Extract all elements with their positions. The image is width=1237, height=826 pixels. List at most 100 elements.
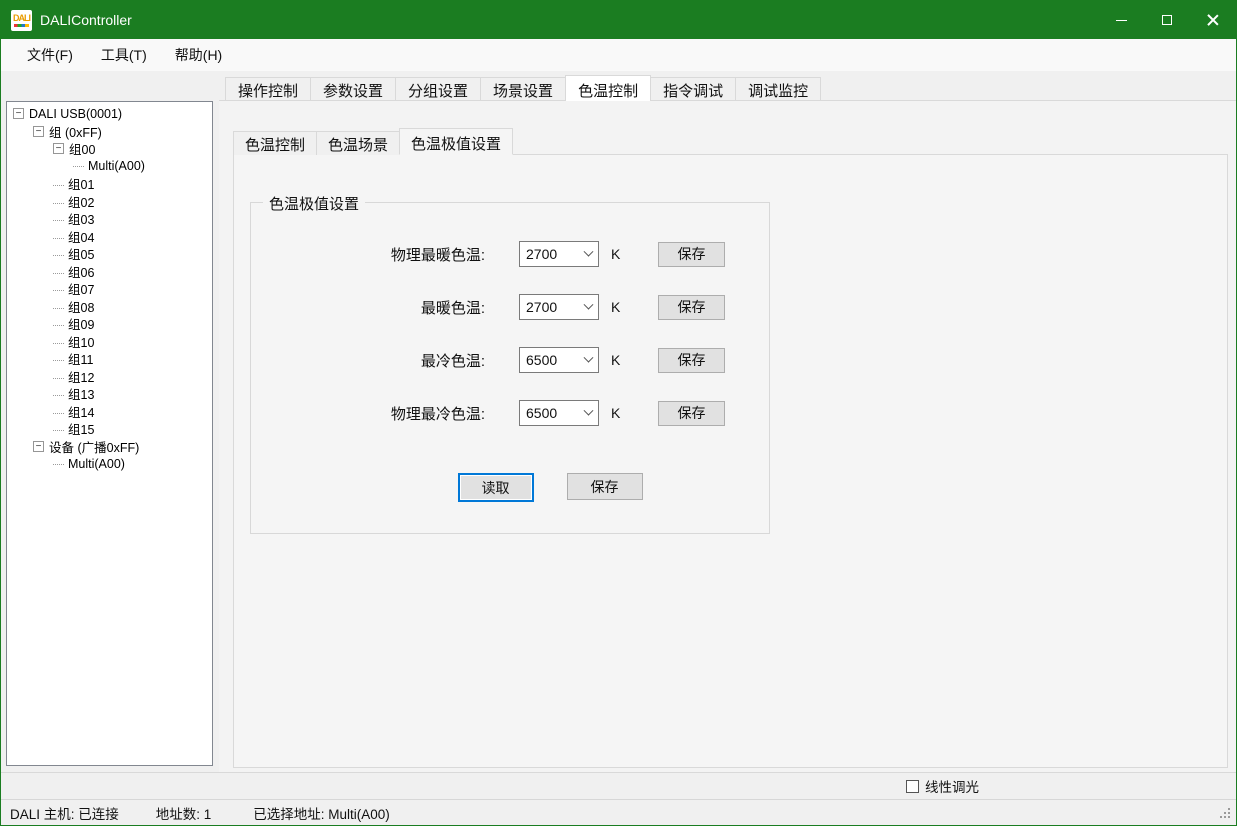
tree-item-label: DALI USB(0001) [29,107,122,121]
main-tab[interactable]: 调试监控 [735,77,821,100]
device-tree[interactable]: DALI USB(0001) 组 (0xFF) 组00 Multi(A00) 组… [6,101,213,766]
ct-limits-sub-page: 色温极值设置 物理最暖色温: 2700 K 保存 最暖色温: 2700 K 保存… [233,154,1228,768]
sub-tab[interactable]: 色温控制 [233,131,317,155]
tree-item-label: 组13 [53,384,94,403]
status-bar: DALI 主机: 已连接 地址数: 1 已选择地址: Multi(A00) [1,799,1236,825]
main-tab[interactable]: 分组设置 [395,77,481,100]
color-temp-combobox[interactable]: 2700 [519,294,599,320]
field-label: 最冷色温: [251,350,485,371]
groupbox-title: 色温极值设置 [263,193,365,214]
tree-item[interactable]: 组 (0xFF) [8,123,212,141]
device-tree-pane: DALI USB(0001) 组 (0xFF) 组00 Multi(A00) 组… [1,71,219,772]
combobox-value: 2700 [526,246,585,262]
main-tab[interactable]: 参数设置 [310,77,396,100]
menu-item[interactable]: 文件(F) [13,40,87,70]
menu-item[interactable]: 帮助(H) [161,40,236,70]
color-temp-combobox[interactable]: 6500 [519,347,599,373]
close-icon [1207,14,1219,26]
main-tab[interactable]: 操作控制 [225,77,311,100]
tree-item-label: 组05 [53,244,94,263]
tree-item[interactable]: 组02 [8,193,212,211]
combobox-value: 2700 [526,299,585,315]
tree-item[interactable]: 组05 [8,245,212,263]
tree-item[interactable]: 组03 [8,210,212,228]
tree-item-label: 组12 [53,367,94,386]
tree-item[interactable]: 组11 [8,350,212,368]
maximize-icon [1162,15,1172,25]
tree-item[interactable]: 组04 [8,228,212,246]
tree-item[interactable]: 组09 [8,315,212,333]
ct-limit-rows: 物理最暖色温: 2700 K 保存 最暖色温: 2700 K 保存 最冷色温: … [251,241,769,426]
color-temp-combobox[interactable]: 6500 [519,400,599,426]
save-all-button[interactable]: 保存 [567,473,643,500]
main-tab[interactable]: 指令调试 [650,77,736,100]
tree-item-label: 组11 [53,349,93,368]
tree-item[interactable]: Multi(A00) [8,158,212,176]
tree-item[interactable]: 组14 [8,403,212,421]
ct-limit-row: 最冷色温: 6500 K 保存 [251,347,769,373]
tree-item-label: 组01 [53,174,94,193]
tree-item[interactable]: Multi(A00) [8,455,212,473]
unit-label: K [611,246,625,262]
tree-item[interactable]: 组12 [8,368,212,386]
unit-label: K [611,405,625,421]
tree-item[interactable]: 组13 [8,385,212,403]
read-button[interactable]: 读取 [458,473,534,502]
linear-dimming-checkbox[interactable] [906,780,919,793]
main-tab-strip: 操作控制参数设置分组设置场景设置色温控制指令调试调试监控 [219,76,1236,101]
save-button[interactable]: 保存 [658,242,725,267]
tree-item[interactable]: 组00 [8,140,212,158]
tree-item-label: Multi(A00) [53,457,125,471]
ct-limits-groupbox: 色温极值设置 物理最暖色温: 2700 K 保存 最暖色温: 2700 K 保存… [250,202,770,534]
collapse-icon[interactable] [33,126,44,137]
sub-tab-strip: 色温控制色温场景色温极值设置 [233,128,1228,155]
color-temp-combobox[interactable]: 2700 [519,241,599,267]
window-title: DALIController [40,12,132,28]
tree-item-label: 组06 [53,262,94,281]
linear-dimming-label: 线性调光 [925,776,979,796]
close-button[interactable] [1190,1,1236,39]
chevron-down-icon [584,299,594,309]
field-label: 物理最冷色温: [251,403,485,424]
tree-item[interactable]: 组08 [8,298,212,316]
status-selected-address: 已选择地址: Multi(A00) [253,803,390,823]
main-tab[interactable]: 场景设置 [480,77,566,100]
status-host: DALI 主机: 已连接 [10,803,119,823]
tree-item[interactable]: 组07 [8,280,212,298]
tree-item[interactable]: 组10 [8,333,212,351]
save-button[interactable]: 保存 [658,401,725,426]
collapse-icon[interactable] [53,143,64,154]
collapse-icon[interactable] [13,108,24,119]
ct-limit-row: 物理最冷色温: 6500 K 保存 [251,400,769,426]
tree-item-label: 组15 [53,419,94,438]
ct-limit-row: 物理最暖色温: 2700 K 保存 [251,241,769,267]
title-bar[interactable]: DALI DALIController [1,1,1236,39]
chevron-down-icon [584,405,594,415]
sub-tab[interactable]: 色温场景 [316,131,400,155]
tree-item-label: 组02 [53,192,94,211]
main-area: DALI USB(0001) 组 (0xFF) 组00 Multi(A00) 组… [1,71,1236,773]
app-logo-colorbar [14,24,29,27]
tree-item[interactable]: 组06 [8,263,212,281]
combobox-value: 6500 [526,352,585,368]
collapse-icon[interactable] [33,441,44,452]
status-address-count: 地址数: 1 [156,803,212,823]
sub-tab[interactable]: 色温极值设置 [399,128,513,155]
save-button[interactable]: 保存 [658,348,725,373]
tree-item-label: 设备 (广播0xFF) [49,437,139,456]
minimize-icon [1116,20,1127,21]
menu-item[interactable]: 工具(T) [87,40,161,70]
resize-grip-icon[interactable] [1218,806,1232,820]
tree-item[interactable]: 设备 (广播0xFF) [8,438,212,456]
tree-item[interactable]: DALI USB(0001) [8,105,212,123]
tree-item[interactable]: 组15 [8,420,212,438]
save-button[interactable]: 保存 [658,295,725,320]
maximize-button[interactable] [1144,1,1190,39]
unit-label: K [611,299,625,315]
tree-item-label: 组07 [53,279,94,298]
minimize-button[interactable] [1098,1,1144,39]
tree-item[interactable]: 组01 [8,175,212,193]
app-logo-text: DALI [13,13,30,23]
main-tab[interactable]: 色温控制 [565,75,651,101]
tree-item-label: 组14 [53,402,94,421]
